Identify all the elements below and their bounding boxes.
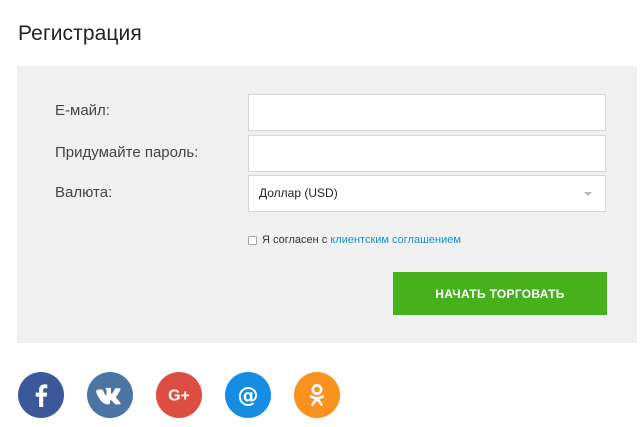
mail-icon: @ bbox=[238, 384, 259, 408]
currency-select[interactable]: Доллар (USD) bbox=[248, 175, 606, 212]
agreement-row: Я согласен с клиентским соглашением bbox=[248, 232, 461, 248]
page-title: Регистрация bbox=[18, 22, 142, 45]
email-field[interactable] bbox=[248, 94, 606, 131]
google-plus-icon: G+ bbox=[168, 388, 190, 405]
odnoklassniki-icon bbox=[309, 384, 325, 406]
google-plus-login-button[interactable]: G+ bbox=[156, 372, 202, 418]
vk-icon bbox=[96, 387, 121, 405]
mail-login-button[interactable]: @ bbox=[225, 372, 271, 418]
currency-label: Валюта: bbox=[55, 184, 113, 201]
password-field[interactable] bbox=[248, 135, 606, 172]
social-login-bar: G+ @ bbox=[18, 372, 340, 418]
vk-login-button[interactable] bbox=[87, 372, 133, 418]
agreement-text: Я согласен с bbox=[262, 234, 331, 246]
chevron-down-icon bbox=[584, 192, 592, 196]
start-trading-button[interactable]: НАЧАТЬ ТОРГОВАТЬ bbox=[393, 272, 607, 315]
currency-selected-value: Доллар (USD) bbox=[259, 186, 338, 200]
facebook-icon bbox=[35, 384, 48, 407]
svg-text:G+: G+ bbox=[168, 388, 190, 405]
registration-page: Регистрация Е-майл: Придумайте пароль: В… bbox=[0, 0, 644, 427]
facebook-login-button[interactable] bbox=[18, 372, 64, 418]
password-label: Придумайте пароль: bbox=[55, 144, 199, 161]
svg-text:@: @ bbox=[238, 384, 259, 408]
email-label: Е-майл: bbox=[55, 102, 110, 119]
odnoklassniki-login-button[interactable] bbox=[294, 372, 340, 418]
registration-form: Е-майл: Придумайте пароль: Валюта: Долла… bbox=[17, 66, 637, 343]
agreement-link[interactable]: клиентским соглашением bbox=[330, 234, 461, 246]
agreement-checkbox[interactable] bbox=[248, 235, 257, 245]
